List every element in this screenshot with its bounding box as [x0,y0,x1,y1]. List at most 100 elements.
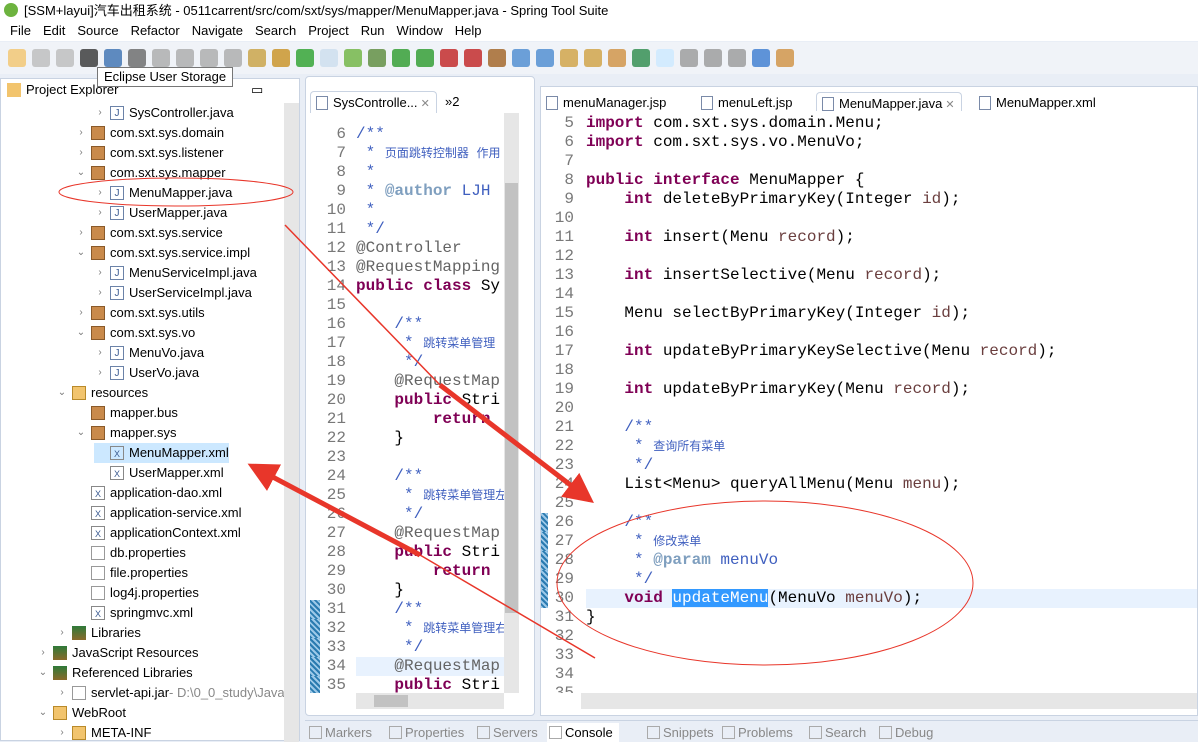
tree-item[interactable]: ⌄ Referenced Libraries [37,663,193,683]
bottom-tab-problems[interactable]: Problems [720,723,793,742]
code-line[interactable]: * 查询所有菜单 [586,437,725,456]
code-line[interactable]: */ [356,353,423,372]
toolbar-button-icon[interactable] [200,49,218,67]
toolbar-button-icon[interactable] [656,49,674,67]
toolbar-button-icon[interactable] [32,49,50,67]
code-line[interactable]: import com.sxt.sys.domain.Menu; [586,114,884,133]
collapsed-chevron-icon[interactable]: › [56,723,68,742]
code-line[interactable]: int updateByPrimaryKeySelective(Menu rec… [586,342,1056,361]
code-line[interactable]: /** [586,418,653,437]
code-line[interactable]: public Stri [356,676,500,693]
toolbar-button-icon[interactable] [320,49,338,67]
toolbar-button-icon[interactable] [80,49,98,67]
code-line[interactable]: */ [586,456,653,475]
tree-item[interactable]: log4j.properties [75,583,199,603]
tree-item[interactable]: › JavaScript Resources [37,643,198,663]
collapsed-chevron-icon[interactable]: › [75,143,87,163]
toolbar-button-icon[interactable] [296,49,314,67]
tree-item[interactable]: Xapplication-service.xml [75,503,242,523]
code-line[interactable]: * 跳转菜单管理 [356,334,495,353]
code-line[interactable]: public class Sy [356,277,500,296]
bottom-tab-console[interactable]: Console [547,723,619,742]
close-tab-icon[interactable]: ✕ [942,99,954,111]
code-line[interactable]: * @param menuVo [586,551,778,570]
tree-item[interactable]: X UserMapper.xml [94,463,224,483]
bottom-tab-search[interactable]: Search [807,723,866,742]
code-line[interactable]: } [586,608,596,627]
tree-item[interactable]: XapplicationContext.xml [75,523,241,543]
tree-item[interactable]: › J UserMapper.java [94,203,227,223]
collapsed-chevron-icon[interactable]: › [94,103,106,123]
tree-item[interactable]: ⌄ resources [56,383,148,403]
code-line[interactable]: void updateMenu(MenuVo menuVo); [586,589,1197,608]
bottom-tab-markers[interactable]: Markers [307,723,372,742]
tree-item[interactable]: › J SysController.java [94,103,234,123]
collapsed-chevron-icon[interactable]: › [75,123,87,143]
close-tab-icon[interactable]: ✕ [418,98,430,110]
code-line[interactable]: @RequestMap [356,372,500,391]
toolbar-button-icon[interactable] [560,49,578,67]
expanded-chevron-icon[interactable]: ⌄ [56,383,68,403]
toolbar-button-icon[interactable] [152,49,170,67]
code-line[interactable]: } [356,429,404,448]
code-line[interactable]: /** [586,513,653,532]
code-line[interactable]: */ [586,570,653,589]
tree-item[interactable]: mapper.bus [75,403,178,423]
expanded-chevron-icon[interactable]: ⌄ [75,163,87,183]
tree-item[interactable]: › J UserVo.java [94,363,199,383]
toolbar-button-icon[interactable] [608,49,626,67]
toolbar-button-icon[interactable] [224,49,242,67]
toolbar-button-icon[interactable] [416,49,434,67]
code-line[interactable]: @RequestMapping [356,258,500,277]
toolbar-button-icon[interactable] [56,49,74,67]
right-code-area[interactable]: 5 import com.sxt.sys.domain.Menu; 6 import … [541,111,1197,693]
code-line[interactable]: * 跳转菜单管理左 [356,486,504,505]
collapsed-chevron-icon[interactable]: › [94,263,106,283]
code-line[interactable]: * 页面跳转控制器 作用 [356,144,501,163]
tree-item[interactable]: › J UserServiceImpl.java [94,283,252,303]
tree-item[interactable]: › J MenuMapper.java [94,183,232,203]
collapsed-chevron-icon[interactable]: › [75,303,87,323]
toolbar-button-icon[interactable] [536,49,554,67]
expanded-chevron-icon[interactable]: ⌄ [37,703,49,723]
minimize-icon[interactable]: ▭ [251,79,263,101]
middle-code-area[interactable]: 6 /** 7 * 页面跳转控制器 作用 8 * 9 * @author LJH 10 *… [306,113,504,693]
tree-item[interactable]: › servlet-api.jar - D:\0_0_study\Java [56,683,284,703]
bottom-tab-servers[interactable]: Servers [475,723,538,742]
collapsed-chevron-icon[interactable]: › [94,363,106,383]
code-line[interactable]: Menu selectByPrimaryKey(Integer id); [586,304,970,323]
tree-item[interactable]: › META-INF [56,723,151,742]
toolbar-button-icon[interactable] [368,49,386,67]
toolbar-button-icon[interactable] [440,49,458,67]
tree-item[interactable]: › com.sxt.sys.domain [75,123,224,143]
code-line[interactable]: List<Menu> queryAllMenu(Menu menu); [586,475,960,494]
toolbar-button-icon[interactable] [344,49,362,67]
menu-help[interactable]: Help [449,21,488,41]
expanded-chevron-icon[interactable]: ⌄ [75,323,87,343]
tree-item[interactable]: › Libraries [56,623,141,643]
toolbar-button-icon[interactable] [128,49,146,67]
menu-navigate[interactable]: Navigate [186,21,249,41]
code-line[interactable]: * @author LJH [356,182,491,201]
toolbar-button-icon[interactable] [752,49,770,67]
code-line[interactable]: * [356,163,376,182]
expanded-chevron-icon[interactable]: ⌄ [75,423,87,443]
collapsed-chevron-icon[interactable]: › [37,643,49,663]
code-line[interactable]: import com.sxt.sys.vo.MenuVo; [586,133,864,152]
code-line[interactable]: public Stri [356,543,500,562]
code-line[interactable]: */ [356,220,385,239]
code-line[interactable]: @Controller [356,239,462,258]
toolbar-button-icon[interactable] [8,49,26,67]
tree-item[interactable]: Xapplication-dao.xml [75,483,222,503]
tree-item[interactable]: Xspringmvc.xml [75,603,193,623]
collapsed-chevron-icon[interactable]: › [94,183,106,203]
toolbar-button-icon[interactable] [248,49,266,67]
code-line[interactable]: /** [356,315,423,334]
tree-item[interactable]: ⌄ com.sxt.sys.vo [75,323,195,343]
collapsed-chevron-icon[interactable]: › [56,623,68,643]
tree-item[interactable]: db.properties [75,543,186,563]
menu-edit[interactable]: Edit [37,21,71,41]
code-line[interactable]: /** [356,467,423,486]
code-line[interactable]: * 修改菜单 [586,532,701,551]
editor-tab[interactable]: »2 [441,91,459,113]
